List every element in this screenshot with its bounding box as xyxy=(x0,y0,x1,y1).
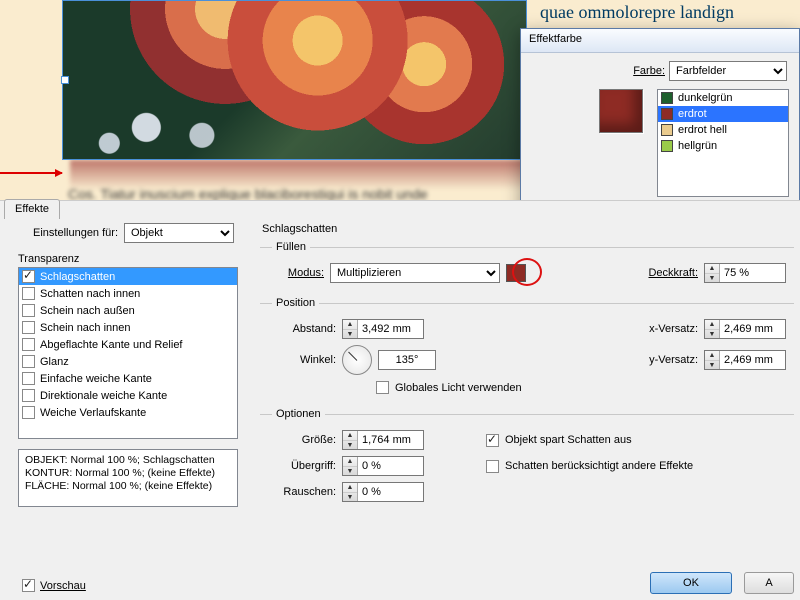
y-offset-input[interactable]: ▲▼ xyxy=(704,350,786,370)
checkbox-icon xyxy=(22,287,35,300)
distance-label: Abstand: xyxy=(268,323,336,335)
fill-legend: Füllen xyxy=(272,241,310,253)
dialog-title[interactable]: Effektfarbe xyxy=(521,29,799,53)
swatch-color-icon xyxy=(661,140,673,152)
effect-item[interactable]: Weiche Verlaufskante xyxy=(19,404,237,421)
effect-item-label: Weiche Verlaufskante xyxy=(40,407,146,419)
effect-list[interactable]: Schlagschatten Schatten nach innen Schein … xyxy=(18,267,238,439)
swatch-item[interactable]: hellgrün xyxy=(658,138,788,154)
ok-button[interactable]: OK xyxy=(650,572,732,594)
checkbox-icon xyxy=(22,355,35,368)
shadow-other-checkbox[interactable] xyxy=(486,460,499,473)
object-spares-checkbox[interactable] xyxy=(486,434,499,447)
effect-item-label: Einfache weiche Kante xyxy=(40,373,152,385)
swatch-name: dunkelgrün xyxy=(678,92,732,104)
swatch-color-icon xyxy=(661,124,673,136)
noise-label: Rauschen: xyxy=(268,486,336,498)
effect-item-label: Schein nach innen xyxy=(40,322,131,334)
effect-item[interactable]: Direktionale weiche Kante xyxy=(19,387,237,404)
effects-dialog: Effekte Einstellungen für: Objekt Transp… xyxy=(0,200,800,600)
opacity-input[interactable]: ▲▼ xyxy=(704,263,786,283)
blend-mode-select[interactable]: Multiplizieren xyxy=(330,263,500,283)
position-group: Position Abstand: ▲▼ x-Versatz: ▲▼ Winke… xyxy=(260,297,794,398)
preview-checkbox[interactable]: Vorschau xyxy=(22,579,86,592)
effect-item[interactable]: Einfache weiche Kante xyxy=(19,370,237,387)
effect-item-label: Schein nach außen xyxy=(40,305,135,317)
body-text: quae ommolorepre landign xyxy=(540,0,800,24)
size-label: Größe: xyxy=(268,434,336,446)
angle-dial[interactable] xyxy=(342,345,372,375)
effect-item-label: Glanz xyxy=(40,356,69,368)
effect-summary: OBJEKT: Normal 100 %; Schlagschatten KON… xyxy=(18,449,238,507)
swatch-item[interactable]: erdrot hell xyxy=(658,122,788,138)
effect-item[interactable]: Abgeflachte Kante und Relief xyxy=(19,336,237,353)
x-offset-label: x-Versatz: xyxy=(649,323,698,335)
effect-item[interactable]: Schein nach außen xyxy=(19,302,237,319)
fill-group: Füllen Modus: Multiplizieren Deckkraft: … xyxy=(260,241,794,287)
swatch-item[interactable]: erdrot xyxy=(658,106,788,122)
shadow-other-label: Schatten berücksichtigt andere Effekte xyxy=(505,460,693,472)
checkbox-icon xyxy=(22,372,35,385)
object-spares-label: Objekt spart Schatten aus xyxy=(505,434,632,446)
blurred-body-text: Cos. Tiatur inuscium explique blacibores… xyxy=(68,186,538,200)
effect-item[interactable]: Schein nach innen xyxy=(19,319,237,336)
swatch-item[interactable]: dunkelgrün xyxy=(658,90,788,106)
shadow-color-swatch[interactable] xyxy=(506,264,526,282)
secondary-button[interactable]: A xyxy=(744,572,794,594)
effect-item[interactable]: Schlagschatten xyxy=(19,268,237,285)
swatch-color-icon xyxy=(661,92,673,104)
checkbox-icon xyxy=(22,321,35,334)
effect-item-label: Direktionale weiche Kante xyxy=(40,390,167,402)
swatch-name: erdrot xyxy=(678,108,707,120)
checkbox-icon xyxy=(22,270,35,283)
checkbox-icon xyxy=(22,579,35,592)
effect-item-label: Schlagschatten xyxy=(40,271,115,283)
settings-for-label: Einstellungen für: xyxy=(18,227,118,239)
image-frame[interactable] xyxy=(62,0,527,160)
options-group: Optionen Größe: ▲▼ Objekt spart Schatten… xyxy=(260,408,794,506)
position-legend: Position xyxy=(272,297,319,309)
distance-input[interactable]: ▲▼ xyxy=(342,319,424,339)
global-light-label: Globales Licht verwenden xyxy=(395,382,522,394)
angle-label: Winkel: xyxy=(268,354,336,366)
placed-image xyxy=(63,1,526,159)
settings-for-select[interactable]: Objekt xyxy=(124,223,234,243)
noise-input[interactable]: ▲▼ xyxy=(342,482,424,502)
checkbox-icon xyxy=(22,304,35,317)
effect-item[interactable]: Glanz xyxy=(19,353,237,370)
y-offset-label: y-Versatz: xyxy=(649,354,698,366)
farbe-select[interactable]: Farbfelder xyxy=(669,61,787,81)
transparenz-label: Transparenz xyxy=(18,253,238,265)
swatch-color-icon xyxy=(661,108,673,120)
checkbox-icon xyxy=(22,406,35,419)
checkbox-icon xyxy=(22,338,35,351)
annotation-arrow xyxy=(0,172,62,174)
swatch-name: hellgrün xyxy=(678,140,717,152)
size-input[interactable]: ▲▼ xyxy=(342,430,424,450)
current-color-swatch xyxy=(599,89,643,133)
options-legend: Optionen xyxy=(272,408,325,420)
effect-item-label: Schatten nach innen xyxy=(40,288,140,300)
angle-input[interactable] xyxy=(378,350,436,370)
swatch-name: erdrot hell xyxy=(678,124,727,136)
dialog-tab[interactable]: Effekte xyxy=(4,199,60,219)
effect-item[interactable]: Schatten nach innen xyxy=(19,285,237,302)
x-offset-input[interactable]: ▲▼ xyxy=(704,319,786,339)
swatch-list[interactable]: dunkelgrün erdrot erdrot hell hellgrün xyxy=(657,89,789,197)
checkbox-icon xyxy=(22,389,35,402)
spread-input[interactable]: ▲▼ xyxy=(342,456,424,476)
farbe-label: Farbe: xyxy=(633,65,665,77)
opacity-label: Deckkraft: xyxy=(648,267,698,279)
mode-label: Modus: xyxy=(268,267,324,279)
global-light-checkbox[interactable] xyxy=(376,381,389,394)
effect-item-label: Abgeflachte Kante und Relief xyxy=(40,339,183,351)
spread-label: Übergriff: xyxy=(268,460,336,472)
panel-heading: Schlagschatten xyxy=(262,223,794,235)
